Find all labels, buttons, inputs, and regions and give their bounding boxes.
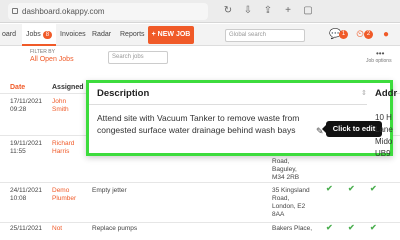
row1-time: 09:28	[10, 106, 27, 113]
row3-assigned-first[interactable]: Demo	[52, 187, 69, 195]
url-text: dashboard.okappy.com	[22, 7, 105, 16]
row2-address-2: Baguley,	[272, 166, 297, 173]
sort-icon[interactable]: ⇕	[361, 89, 367, 97]
share-icon[interactable]: ⇪	[262, 5, 274, 17]
row2-date: 19/11/2021	[10, 140, 43, 147]
tabs-icon[interactable]: ▢	[302, 5, 314, 17]
row3-description[interactable]: Empty jetter	[92, 187, 127, 195]
row4-date: 25/11/2021	[10, 225, 43, 232]
row2-address-1: Road,	[272, 158, 290, 165]
user-icon[interactable]: ●	[380, 29, 392, 41]
notifications-badge: 2	[364, 30, 373, 39]
nav-jobs[interactable]: Jobs 8	[22, 24, 56, 46]
filter-label: FILTER BY	[30, 49, 55, 55]
address-line: Mido	[375, 137, 393, 146]
row3-assigned-last[interactable]: Plumber	[52, 195, 76, 203]
filter-dropdown[interactable]: All Open Jobs	[30, 56, 74, 63]
browser-toolbar: dashboard.okappy.com ↻ ⇩ ⇪ + ▢	[0, 0, 400, 23]
new-job-button[interactable]: + NEW JOB	[148, 26, 194, 44]
global-search-input[interactable]: Global search	[225, 29, 305, 42]
chat-badge: 1	[339, 30, 348, 39]
more-options-icon[interactable]: •••	[376, 49, 384, 58]
row4-description[interactable]: Replace pumps	[92, 225, 137, 233]
job-options-label[interactable]: Job options	[366, 58, 392, 64]
address-line: UB9	[375, 149, 391, 158]
check-icon: ✔	[326, 223, 333, 232]
row4-assigned-first[interactable]: Not	[52, 225, 62, 233]
jobs-count-badge: 8	[42, 31, 53, 39]
description-popover: Description ⇕ Addr Attend site with Vacu…	[86, 80, 397, 158]
nav-jobs-label: Jobs	[26, 31, 41, 38]
address-lines: 10 H Lane Mido UB9	[375, 112, 393, 160]
row1-assigned-first[interactable]: John	[52, 98, 66, 106]
popover-header: Description ⇕	[89, 83, 367, 105]
row3-date: 24/11/2021	[10, 187, 43, 194]
search-jobs-input[interactable]: Search jobs	[108, 51, 168, 64]
check-icon: ✔	[370, 223, 377, 232]
nav-invoices[interactable]: Invoices	[60, 24, 86, 46]
description-header[interactable]: Description	[97, 88, 149, 99]
row1-date: 17/11/2021	[10, 98, 43, 105]
row3-address-3: London, E2	[272, 203, 306, 210]
check-icon: ✔	[348, 223, 355, 232]
main-nav: oard Jobs 8 Invoices Radar Reports + NEW …	[0, 24, 400, 46]
check-icon: ✔	[326, 184, 333, 193]
row3-address-1: 35 Kingsland	[272, 187, 310, 194]
address-bar[interactable]: dashboard.okappy.com	[8, 3, 208, 20]
nav-reports[interactable]: Reports	[120, 24, 145, 46]
address-header[interactable]: Addr	[375, 88, 397, 99]
download-icon[interactable]: ⇩	[242, 5, 254, 17]
row2-time: 11:55	[10, 148, 26, 155]
row3-time: 10:08	[10, 195, 27, 202]
nav-dashboard[interactable]: oard	[0, 24, 20, 46]
nav-radar[interactable]: Radar	[92, 24, 111, 46]
edit-tooltip: Click to edit	[322, 121, 382, 137]
row2-assigned-last[interactable]: Harris	[52, 148, 69, 156]
row2-assigned-first[interactable]: Richard	[52, 140, 74, 148]
reload-icon[interactable]: ↻	[222, 5, 234, 17]
row4-address-1: Bakers Place,	[272, 225, 313, 232]
row2-address-3: M34 2RB	[272, 174, 300, 181]
row1-assigned-last[interactable]: Smith	[52, 106, 69, 114]
row-divider	[0, 222, 400, 223]
description-text[interactable]: Attend site with Vacuum Tanker to remove…	[97, 112, 337, 136]
column-header-assigned[interactable]: Assigned	[52, 84, 84, 91]
address-line: Lane	[375, 125, 393, 134]
row-divider	[0, 182, 400, 183]
check-icon: ✔	[370, 184, 377, 193]
row3-address-2: Road,	[272, 195, 290, 202]
lock-icon	[12, 8, 18, 14]
check-icon: ✔	[348, 184, 355, 193]
row3-address-4: 8AA	[272, 211, 285, 218]
address-line: 10 H	[375, 113, 392, 122]
column-header-date[interactable]: Date	[10, 84, 25, 91]
new-tab-icon[interactable]: +	[282, 5, 294, 17]
